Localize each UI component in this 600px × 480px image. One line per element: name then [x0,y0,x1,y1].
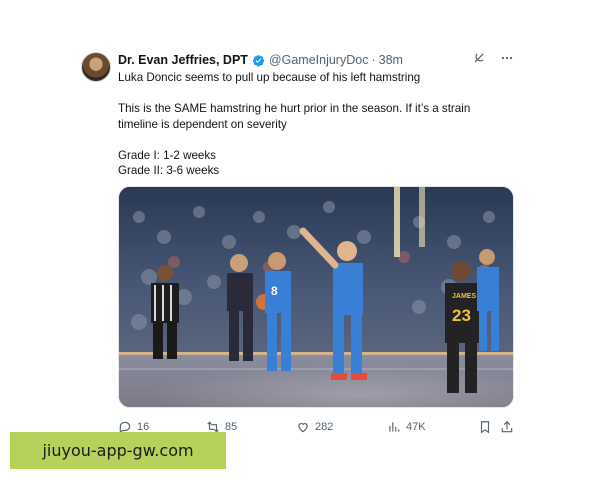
views-chart-icon [389,422,400,432]
basketball-game-image: 8 JAMES 23 [119,187,513,407]
tweet-timestamp[interactable]: 38m [379,53,403,67]
bookmark-button[interactable] [478,420,492,434]
tweet-line: Grade II: 3-6 weeks [118,164,220,177]
watermark-banner: jiuyou-app-gw.com [10,432,226,469]
tweet-line: Luka Doncic seems to pull up because of … [118,71,421,84]
bookmark-icon [480,421,490,434]
views-button[interactable]: 47K [387,420,426,434]
tweet-media-image[interactable]: 8 JAMES 23 [118,186,514,408]
share-icon [501,420,513,433]
author-name[interactable]: Dr. Evan Jeffries, DPT [118,53,248,67]
jersey-name-right: JAMES [452,293,476,300]
verified-badge-icon [252,54,265,66]
jersey-number-left: 8 [271,284,278,298]
share-button[interactable] [500,420,514,434]
heart-icon [298,423,308,433]
tweet-line: This is the SAME hamstring he hurt prior… [118,102,471,115]
tweet-line: timeline is dependent on severity [118,117,287,131]
like-count: 282 [315,421,334,433]
grok-icon[interactable] [472,51,486,65]
retweet-count: 85 [225,421,238,433]
views-count: 47K [406,421,426,433]
jersey-number-right: 23 [452,306,471,325]
tweet-header: Dr. Evan Jeffries, DPT @GameInjuryDoc · … [118,51,524,69]
tweet-text: Luka Doncic seems to pull up because of … [118,70,514,179]
watermark-text: jiuyou-app-gw.com [42,441,194,460]
tweet-card[interactable]: Dr. Evan Jeffries, DPT @GameInjuryDoc · … [78,44,524,444]
more-options-icon[interactable] [500,51,514,65]
author-avatar[interactable] [81,52,111,82]
header-actions [472,51,514,65]
author-handle[interactable]: @GameInjuryDoc [269,53,369,67]
tweet-line: Grade I: 1-2 weeks [118,148,216,162]
separator-dot: · [371,53,376,67]
like-button[interactable]: 282 [296,420,333,434]
